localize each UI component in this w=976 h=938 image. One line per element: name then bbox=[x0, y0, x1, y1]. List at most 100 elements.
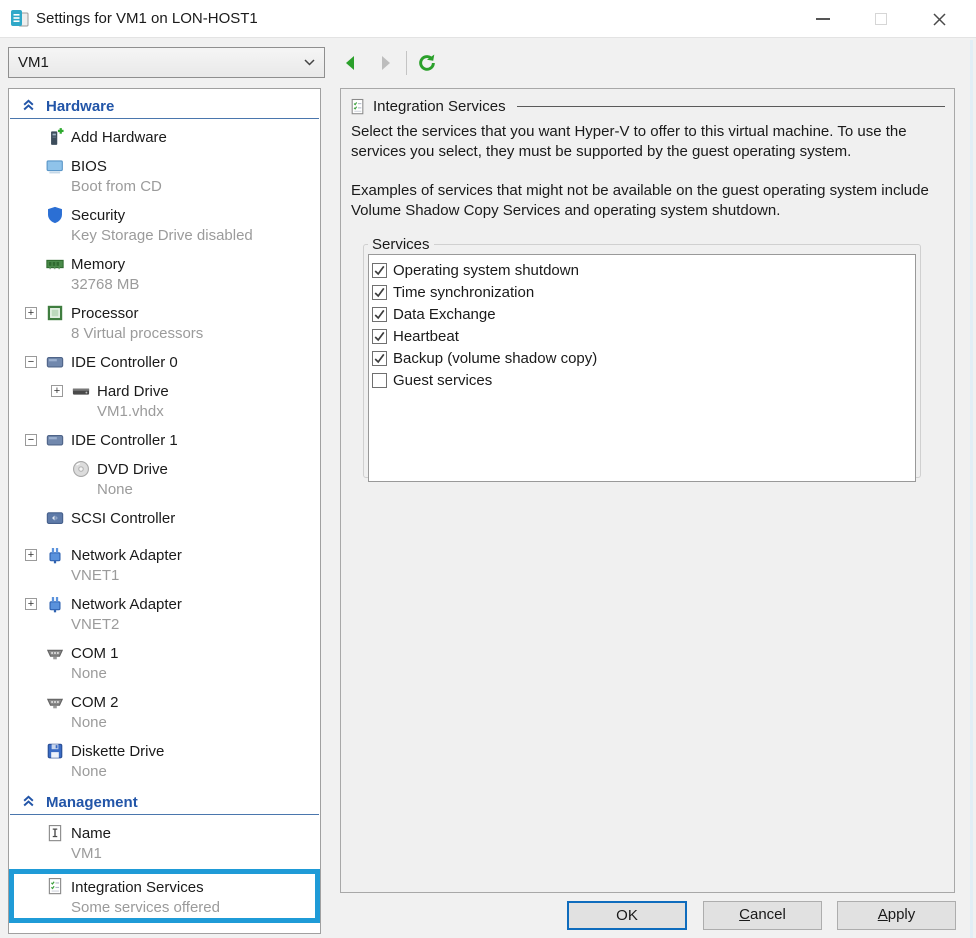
window-title: Settings for VM1 on LON-HOST1 bbox=[36, 0, 258, 38]
tree-item-label: Checkpoints bbox=[71, 929, 318, 934]
tree-item-label: Memory bbox=[71, 254, 318, 275]
tree-item-sublabel: Key Storage Drive disabled bbox=[71, 226, 318, 246]
maximize-icon bbox=[875, 13, 887, 25]
collapse-toggle[interactable]: − bbox=[25, 434, 37, 446]
tree-item-sublabel: Boot from CD bbox=[71, 177, 318, 197]
close-button[interactable] bbox=[910, 0, 968, 38]
tree-item-add-hardware[interactable]: Add Hardware bbox=[9, 124, 320, 148]
header-rule bbox=[517, 106, 945, 107]
maximize-button bbox=[852, 0, 910, 38]
name-icon bbox=[46, 824, 64, 842]
tree-item-network-adapter[interactable]: +Network AdapterVNET1 bbox=[9, 542, 320, 586]
tree-item-network-adapter[interactable]: + Network AdapterVNET2 bbox=[9, 591, 320, 635]
tree-item-label: Processor bbox=[71, 303, 318, 324]
vm-selector-value: VM1 bbox=[18, 54, 49, 71]
tree-item-ide-controller-0[interactable]: −IDE Controller 0 bbox=[9, 349, 320, 373]
tree-item-label: Add Hardware bbox=[71, 127, 318, 148]
tree-section-label: Management bbox=[46, 794, 138, 811]
tree-item-label: Network Adapter bbox=[71, 545, 318, 566]
dvd-drive-icon bbox=[72, 460, 90, 478]
expand-toggle[interactable]: + bbox=[25, 307, 37, 319]
tree-item-sublabel: 32768 MB bbox=[71, 275, 318, 295]
checkbox-checked[interactable] bbox=[372, 285, 387, 300]
apply-button[interactable]: Apply bbox=[837, 901, 956, 930]
tree-item-sublabel: None bbox=[71, 762, 318, 782]
tree-item-com-1[interactable]: COM 1None bbox=[9, 640, 320, 684]
services-groupbox-label: Services bbox=[368, 236, 434, 253]
pane-description-1: Select the services that you want Hyper-… bbox=[351, 122, 942, 162]
tree-item-label: Diskette Drive bbox=[71, 741, 318, 762]
tree-item-label: Name bbox=[71, 823, 318, 844]
tree-item-label: Integration Services bbox=[71, 877, 313, 898]
cancel-button[interactable]: Cancel bbox=[703, 901, 822, 930]
service-label: Operating system shutdown bbox=[393, 262, 579, 279]
tree-item-label: DVD Drive bbox=[97, 459, 318, 480]
expand-toggle[interactable]: + bbox=[25, 598, 37, 610]
service-row-heartbeat: Heartbeat bbox=[372, 325, 912, 347]
checkbox-checked[interactable] bbox=[372, 307, 387, 322]
tree-section-divider bbox=[10, 814, 319, 815]
tree-item-label: BIOS bbox=[71, 156, 318, 177]
tree-section-label: Hardware bbox=[46, 98, 114, 115]
tree-item-ide-controller-1[interactable]: − IDE Controller 1 bbox=[9, 427, 320, 451]
tree-section-header-management[interactable]: Management bbox=[9, 787, 320, 814]
service-row-backup-volume-shadow-copy-: Backup (volume shadow copy) bbox=[372, 347, 912, 369]
vm-selector-dropdown[interactable]: VM1 bbox=[8, 47, 325, 78]
service-label: Backup (volume shadow copy) bbox=[393, 350, 597, 367]
network-adapter-icon bbox=[46, 595, 64, 613]
refresh-button[interactable] bbox=[414, 50, 440, 76]
diskette-drive-icon bbox=[46, 742, 64, 760]
tree-item-com-2[interactable]: COM 2None bbox=[9, 689, 320, 733]
tree-item-sublabel: None bbox=[71, 713, 318, 733]
checkbox-checked[interactable] bbox=[372, 329, 387, 344]
tree-item-bios[interactable]: BIOSBoot from CD bbox=[9, 153, 320, 197]
minimize-icon bbox=[816, 18, 830, 20]
checkbox-checked[interactable] bbox=[372, 263, 387, 278]
tree-item-sublabel: VM1 bbox=[71, 844, 318, 864]
tree-item-checkpoints[interactable]: CheckpointsProduction bbox=[9, 926, 320, 934]
service-row-data-exchange: Data Exchange bbox=[372, 303, 912, 325]
tree-item-label: COM 2 bbox=[71, 692, 318, 713]
integration-services-icon bbox=[349, 98, 366, 115]
window-edge bbox=[970, 40, 973, 938]
tree-item-sublabel: VNET2 bbox=[71, 615, 318, 635]
refresh-icon bbox=[416, 52, 438, 74]
memory-icon bbox=[46, 255, 64, 273]
ide-controller-icon bbox=[46, 353, 64, 371]
services-groupbox: Services Operating system shutdown Time s… bbox=[363, 236, 921, 478]
tree-item-security[interactable]: SecurityKey Storage Drive disabled bbox=[9, 202, 320, 246]
service-row-time-synchronization: Time synchronization bbox=[372, 281, 912, 303]
tree-item-scsi-controller[interactable]: SCSI Controller bbox=[9, 505, 320, 529]
tree-section-header-hardware[interactable]: Hardware bbox=[9, 91, 320, 118]
ok-button[interactable]: OK bbox=[567, 901, 687, 930]
tree-item-hard-drive[interactable]: +Hard DriveVM1.vhdx bbox=[9, 378, 320, 422]
tree-section-divider bbox=[10, 118, 319, 119]
tree-item-processor[interactable]: +Processor8 Virtual processors bbox=[9, 300, 320, 344]
integration-services-icon bbox=[46, 877, 64, 895]
service-row-guest-services: Guest services bbox=[372, 369, 912, 391]
back-arrow-icon bbox=[343, 55, 359, 71]
security-icon bbox=[46, 206, 64, 224]
checkbox-unchecked[interactable] bbox=[372, 373, 387, 388]
expand-toggle[interactable]: + bbox=[51, 385, 63, 397]
service-label: Time synchronization bbox=[393, 284, 534, 301]
tree-item-dvd-drive[interactable]: DVD DriveNone bbox=[9, 456, 320, 500]
tree-item-label: Network Adapter bbox=[71, 594, 318, 615]
tree-item-name[interactable]: NameVM1 bbox=[9, 820, 320, 864]
checkbox-checked[interactable] bbox=[372, 351, 387, 366]
tree-item-integration-services[interactable]: Integration ServicesSome services offere… bbox=[9, 869, 320, 923]
tree-item-label: Hard Drive bbox=[97, 381, 318, 402]
tree-item-diskette-drive[interactable]: Diskette DriveNone bbox=[9, 738, 320, 782]
ide-controller-icon bbox=[46, 431, 64, 449]
com-port-icon bbox=[46, 644, 64, 662]
minimize-button[interactable] bbox=[794, 0, 852, 38]
processor-icon bbox=[46, 304, 64, 322]
navigate-forward-button[interactable] bbox=[372, 50, 398, 76]
expand-toggle[interactable]: + bbox=[25, 549, 37, 561]
tree-item-label: IDE Controller 1 bbox=[71, 430, 318, 451]
pane-title: Integration Services bbox=[373, 98, 506, 115]
forward-arrow-icon bbox=[377, 55, 393, 71]
tree-item-memory[interactable]: Memory32768 MB bbox=[9, 251, 320, 295]
navigate-back-button[interactable] bbox=[338, 50, 364, 76]
collapse-toggle[interactable]: − bbox=[25, 356, 37, 368]
